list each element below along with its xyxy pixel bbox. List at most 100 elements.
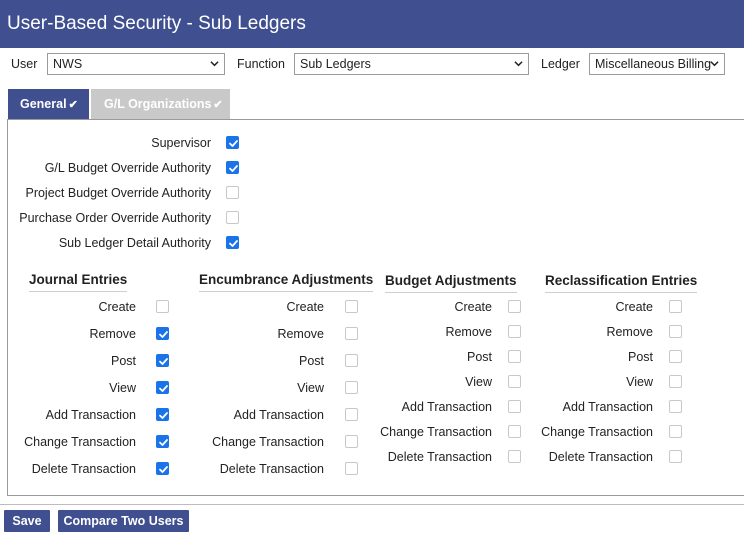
compare-two-users-button[interactable]: Compare Two Users (58, 510, 189, 532)
permission-label: Add Transaction (401, 400, 492, 414)
permission-label: Remove (277, 327, 324, 341)
authority-label: G/L Budget Override Authority (44, 161, 211, 175)
permission-checkbox[interactable] (508, 450, 521, 463)
checkmark-icon (159, 412, 168, 419)
authority-checkbox[interactable] (226, 161, 239, 174)
permission-checkbox[interactable] (156, 381, 169, 394)
permission-label: Create (286, 300, 324, 314)
checkmark-icon (229, 165, 238, 172)
group-heading: Reclassification Entries (545, 273, 698, 293)
permission-label: Delete Transaction (387, 450, 492, 464)
permission-checkbox[interactable] (156, 327, 169, 340)
permission-checkbox[interactable] (669, 425, 682, 438)
chevron-down-icon (710, 61, 719, 67)
permission-checkbox[interactable] (345, 381, 358, 394)
permission-checkbox[interactable] (508, 325, 521, 338)
function-label: Function (237, 57, 285, 71)
permission-label: Add Transaction (233, 408, 324, 422)
checkmark-icon (229, 140, 238, 147)
permission-label: Remove (445, 325, 492, 339)
authority-label: Purchase Order Override Authority (19, 211, 211, 225)
tab-gl-organizations[interactable]: G/L Organizations ✔ (91, 89, 230, 119)
permission-label: Create (615, 300, 653, 314)
permission-label: Remove (606, 325, 653, 339)
chevron-down-icon (210, 61, 219, 67)
permission-label: Create (454, 300, 492, 314)
permission-checkbox[interactable] (345, 300, 358, 313)
tab-general-label: General (20, 97, 67, 111)
permission-label: View (109, 381, 136, 395)
check-icon: ✔ (68, 99, 78, 111)
permission-label: Add Transaction (562, 400, 653, 414)
tab-gl-organizations-label: G/L Organizations (104, 97, 212, 111)
checkmark-icon (229, 240, 238, 247)
chevron-down-icon (514, 61, 523, 67)
permission-checkbox[interactable] (345, 408, 358, 421)
permission-checkbox[interactable] (156, 408, 169, 421)
tab-general[interactable]: General ✔ (8, 89, 89, 119)
permission-label: Post (298, 354, 324, 368)
ledger-select[interactable]: Miscellaneous Billing (589, 53, 725, 75)
user-select[interactable]: NWS (47, 53, 225, 75)
page-title: User-Based Security - Sub Ledgers (0, 0, 744, 48)
permission-label: Post (110, 354, 136, 368)
permission-label: Delete Transaction (31, 462, 136, 476)
function-select[interactable]: Sub Ledgers (294, 53, 529, 75)
permission-checkbox[interactable] (345, 327, 358, 340)
user-label: User (11, 57, 38, 71)
check-icon: ✔ (213, 99, 223, 111)
permission-label: Change Transaction (212, 435, 324, 449)
group-heading: Journal Entries (29, 272, 128, 292)
authority-checkbox[interactable] (226, 186, 239, 199)
group-heading: Budget Adjustments (385, 273, 517, 293)
footer-divider (0, 504, 744, 505)
ledger-label: Ledger (541, 57, 580, 71)
permission-label: View (297, 381, 324, 395)
permission-checkbox[interactable] (669, 325, 682, 338)
checkmark-icon (159, 331, 168, 338)
authority-checkbox[interactable] (226, 236, 239, 249)
permission-checkbox[interactable] (669, 300, 682, 313)
permission-checkbox[interactable] (508, 350, 521, 363)
permission-label: Remove (89, 327, 136, 341)
permission-label: View (465, 375, 492, 389)
authority-checkbox[interactable] (226, 211, 239, 224)
permission-label: Delete Transaction (548, 450, 653, 464)
permission-checkbox[interactable] (345, 462, 358, 475)
permission-label: Post (466, 350, 492, 364)
checkmark-icon (159, 439, 168, 446)
permission-checkbox[interactable] (345, 435, 358, 448)
permission-checkbox[interactable] (508, 300, 521, 313)
permission-checkbox[interactable] (508, 425, 521, 438)
ledger-select-value: Miscellaneous Billing (595, 57, 712, 71)
checkmark-icon (159, 358, 168, 365)
checkmark-icon (159, 466, 168, 473)
permission-label: Change Transaction (380, 425, 492, 439)
authority-label: Sub Ledger Detail Authority (58, 236, 211, 250)
permission-checkbox[interactable] (156, 462, 169, 475)
permission-label: Change Transaction (24, 435, 136, 449)
permission-checkbox[interactable] (156, 435, 169, 448)
filter-bar: User NWS Function Sub Ledgers Ledger Mis… (0, 53, 744, 77)
authority-label: Project Budget Override Authority (25, 186, 211, 200)
permission-label: Delete Transaction (219, 462, 324, 476)
permission-label: Change Transaction (541, 425, 653, 439)
group-heading: Encumbrance Adjustments (199, 272, 374, 292)
authority-checkbox[interactable] (226, 136, 239, 149)
permission-label: Post (627, 350, 653, 364)
function-select-value: Sub Ledgers (300, 57, 371, 71)
user-select-value: NWS (53, 57, 83, 71)
checkmark-icon (159, 385, 168, 392)
permission-checkbox[interactable] (345, 354, 358, 367)
permission-checkbox[interactable] (669, 350, 682, 363)
permission-label: View (626, 375, 653, 389)
permission-checkbox[interactable] (508, 400, 521, 413)
authority-label: Supervisor (151, 136, 211, 150)
permission-checkbox[interactable] (669, 450, 682, 463)
save-button[interactable]: Save (4, 510, 50, 532)
permission-checkbox[interactable] (508, 375, 521, 388)
permission-checkbox[interactable] (669, 400, 682, 413)
permission-checkbox[interactable] (156, 300, 169, 313)
permission-checkbox[interactable] (156, 354, 169, 367)
permission-checkbox[interactable] (669, 375, 682, 388)
